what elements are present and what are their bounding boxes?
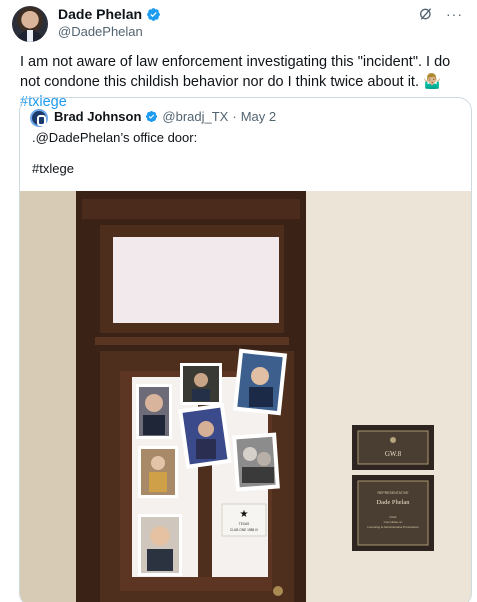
taped-photo: [136, 384, 172, 439]
taped-photo: [138, 514, 182, 576]
office-door-photo: ★ TEXAS CLUB ONE 1988 IV GW.8 REPRESENTA…: [20, 191, 471, 602]
star-card: ★ TEXAS CLUB ONE 1988 IV: [221, 503, 267, 537]
quoted-tweet[interactable]: Brad Johnson @bradj_TX · May 2 .@DadePhe…: [19, 97, 472, 602]
verified-badge-icon: [147, 7, 160, 21]
tweet-text-main: I am not aware of law enforcement invest…: [20, 54, 451, 90]
plaque-sub3: Licensing & Administrative Procedures: [367, 525, 419, 529]
room-number-plaque: GW.8: [352, 425, 434, 470]
plaque-sub2: Committee on: [384, 520, 403, 524]
taped-photo: [180, 363, 222, 405]
tweet: Dade Phelan @DadePhelan ··· I am not awa…: [0, 0, 477, 602]
room-number-text: GW.8: [385, 450, 402, 458]
taped-photo: [232, 348, 288, 416]
quoted-author-handle[interactable]: @bradj_TX: [162, 109, 228, 124]
svg-text:★: ★: [240, 509, 249, 520]
quoted-author-avatar[interactable]: [30, 109, 48, 127]
separator-dot: ·: [232, 109, 237, 124]
quoted-tweet-date[interactable]: May 2: [241, 109, 276, 124]
name-plaque: REPRESENTATIVE Dade Phelan Chair Committ…: [352, 475, 434, 551]
card-line-text: CLUB ONE 1988 IV: [230, 528, 259, 532]
plaque-title: REPRESENTATIVE: [378, 491, 410, 495]
taped-photo: [138, 446, 178, 498]
quoted-author-row: Brad Johnson @bradj_TX · May 2: [54, 109, 276, 124]
quoted-author-name[interactable]: Brad Johnson: [54, 109, 141, 124]
grok-icon[interactable]: [418, 6, 434, 22]
quoted-tweet-text: .@DadePhelan’s office door:: [32, 130, 198, 145]
taped-photo: [232, 432, 280, 492]
author-avatar[interactable]: [12, 6, 48, 42]
plaque-name: Dade Phelan: [376, 499, 410, 506]
author-display-name[interactable]: Dade Phelan: [58, 6, 142, 22]
author-handle[interactable]: @DadePhelan: [58, 24, 143, 39]
plaque-sub1: Chair: [389, 515, 396, 519]
more-options-icon[interactable]: ···: [446, 6, 463, 22]
verified-badge-icon: [146, 110, 158, 123]
tweet-top-actions: ···: [418, 6, 463, 22]
taped-photo: [178, 403, 232, 469]
quoted-tweet-photo[interactable]: ★ TEXAS CLUB ONE 1988 IV GW.8 REPRESENTA…: [20, 191, 471, 602]
card-small-text: TEXAS: [239, 522, 249, 526]
author-name-row: Dade Phelan: [58, 6, 161, 22]
quoted-tweet-hashtag: #txlege: [32, 161, 74, 176]
